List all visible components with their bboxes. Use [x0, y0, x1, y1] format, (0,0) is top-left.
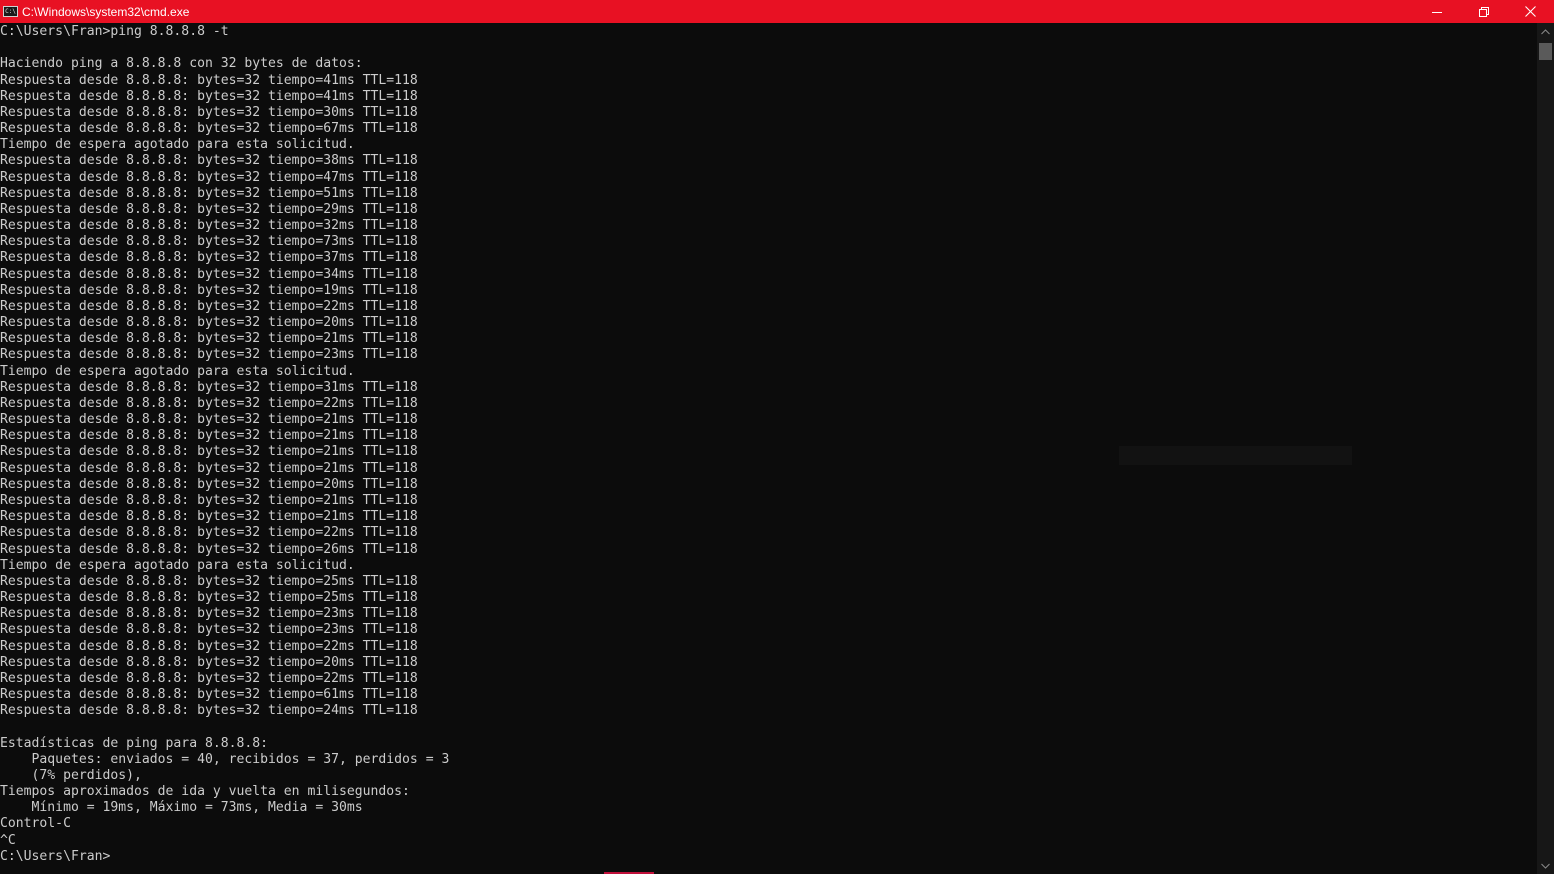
console-line: Respuesta desde 8.8.8.8: bytes=32 tiempo… — [0, 428, 418, 444]
console-line: Control-C — [0, 816, 71, 832]
minimize-icon — [1431, 11, 1442, 13]
console-line: ^C — [0, 832, 16, 848]
console-line: Respuesta desde 8.8.8.8: bytes=32 tiempo… — [0, 476, 418, 492]
console-line: Mínimo = 19ms, Máximo = 73ms, Media = 30… — [0, 800, 363, 816]
vertical-scrollbar[interactable] — [1537, 23, 1554, 874]
console-line: (7% perdidos), — [0, 767, 142, 783]
restore-button[interactable] — [1460, 0, 1507, 23]
console-line: Tiempo de espera agotado para esta solic… — [0, 363, 355, 379]
console-line: Tiempo de espera agotado para esta solic… — [0, 137, 355, 153]
console-line: Respuesta desde 8.8.8.8: bytes=32 tiempo… — [0, 525, 418, 541]
console-line: Respuesta desde 8.8.8.8: bytes=32 tiempo… — [0, 185, 418, 201]
console-line: Respuesta desde 8.8.8.8: bytes=32 tiempo… — [0, 169, 418, 185]
minimize-button[interactable] — [1413, 0, 1460, 23]
console-line: Respuesta desde 8.8.8.8: bytes=32 tiempo… — [0, 395, 418, 411]
close-icon — [1525, 6, 1536, 17]
chevron-down-icon — [1541, 863, 1550, 869]
console-line: C:\Users\Fran> — [0, 848, 111, 864]
console-line: Respuesta desde 8.8.8.8: bytes=32 tiempo… — [0, 703, 418, 719]
scroll-down-button[interactable] — [1537, 857, 1554, 874]
console-line: Respuesta desde 8.8.8.8: bytes=32 tiempo… — [0, 331, 418, 347]
console-line: Respuesta desde 8.8.8.8: bytes=32 tiempo… — [0, 121, 418, 137]
cmd-icon-glyph: C:\ — [5, 7, 16, 15]
console-line: Respuesta desde 8.8.8.8: bytes=32 tiempo… — [0, 104, 418, 120]
scroll-up-button[interactable] — [1537, 23, 1554, 40]
console-line: Respuesta desde 8.8.8.8: bytes=32 tiempo… — [0, 153, 418, 169]
close-button[interactable] — [1507, 0, 1554, 23]
console-line: Respuesta desde 8.8.8.8: bytes=32 tiempo… — [0, 234, 418, 250]
console-line: Respuesta desde 8.8.8.8: bytes=32 tiempo… — [0, 412, 418, 428]
console-line: Respuesta desde 8.8.8.8: bytes=32 tiempo… — [0, 282, 418, 298]
console-line: Respuesta desde 8.8.8.8: bytes=32 tiempo… — [0, 638, 418, 654]
console-line: Respuesta desde 8.8.8.8: bytes=32 tiempo… — [0, 606, 418, 622]
console-line: Respuesta desde 8.8.8.8: bytes=32 tiempo… — [0, 654, 418, 670]
title-bar[interactable]: C:\ C:\Windows\system32\cmd.exe — [0, 0, 1554, 23]
console-line: Respuesta desde 8.8.8.8: bytes=32 tiempo… — [0, 266, 418, 282]
console-line: Haciendo ping a 8.8.8.8 con 32 bytes de … — [0, 56, 363, 72]
console-line: Respuesta desde 8.8.8.8: bytes=32 tiempo… — [0, 590, 418, 606]
console-line: Respuesta desde 8.8.8.8: bytes=32 tiempo… — [0, 298, 418, 314]
window-title: C:\Windows\system32\cmd.exe — [22, 4, 190, 19]
blurred-overlay — [1119, 446, 1352, 465]
window-controls — [1413, 0, 1554, 23]
console-line: Respuesta desde 8.8.8.8: bytes=32 tiempo… — [0, 347, 418, 363]
console-line: Respuesta desde 8.8.8.8: bytes=32 tiempo… — [0, 201, 418, 217]
console-line: Respuesta desde 8.8.8.8: bytes=32 tiempo… — [0, 541, 418, 557]
console-line: Respuesta desde 8.8.8.8: bytes=32 tiempo… — [0, 622, 418, 638]
console-line: Respuesta desde 8.8.8.8: bytes=32 tiempo… — [0, 218, 418, 234]
console-line: Respuesta desde 8.8.8.8: bytes=32 tiempo… — [0, 379, 418, 395]
cmd-icon[interactable]: C:\ — [3, 6, 18, 17]
console-line: Respuesta desde 8.8.8.8: bytes=32 tiempo… — [0, 670, 418, 686]
console-line: Respuesta desde 8.8.8.8: bytes=32 tiempo… — [0, 72, 418, 88]
console-line: Respuesta desde 8.8.8.8: bytes=32 tiempo… — [0, 687, 418, 703]
restore-icon — [1478, 6, 1489, 17]
console-line: Paquetes: enviados = 40, recibidos = 37,… — [0, 751, 450, 767]
console-line: Tiempo de espera agotado para esta solic… — [0, 557, 355, 573]
console-line: Respuesta desde 8.8.8.8: bytes=32 tiempo… — [0, 509, 418, 525]
scroll-thumb[interactable] — [1539, 43, 1552, 60]
console-line: Respuesta desde 8.8.8.8: bytes=32 tiempo… — [0, 315, 418, 331]
chevron-up-icon — [1541, 28, 1550, 34]
console-line: Tiempos aproximados de ida y vuelta en m… — [0, 784, 410, 800]
console-line: Respuesta desde 8.8.8.8: bytes=32 tiempo… — [0, 573, 418, 589]
console-line: Respuesta desde 8.8.8.8: bytes=32 tiempo… — [0, 250, 418, 266]
console-line: C:\Users\Fran>ping 8.8.8.8 -t — [0, 24, 229, 39]
console-line: Estadísticas de ping para 8.8.8.8: — [0, 735, 269, 751]
console-line: Respuesta desde 8.8.8.8: bytes=32 tiempo… — [0, 88, 418, 104]
console-line: Respuesta desde 8.8.8.8: bytes=32 tiempo… — [0, 492, 418, 508]
